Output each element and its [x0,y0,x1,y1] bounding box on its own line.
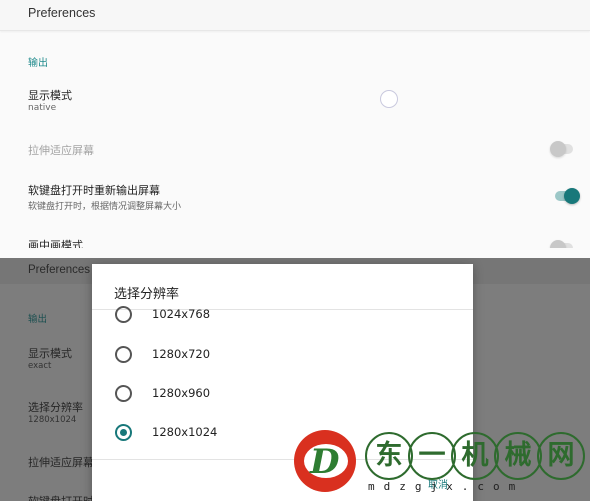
pref-display-mode-title: 显示模式 [28,89,72,102]
pref-resolution-title: 选择分辨率 [28,401,83,414]
radio-unchecked-icon[interactable] [115,346,132,363]
option-label: 1280x960 [152,386,211,400]
pref-stretch-title: 拉伸适应屏幕 [28,456,94,469]
toggle-knob [564,188,580,204]
option-1024x768[interactable]: 1024x768 [112,300,452,330]
radio-unchecked-icon[interactable] [115,306,132,323]
radio-unchecked-icon[interactable] [115,385,132,402]
toggle-knob [550,141,566,157]
app-title: Preferences [28,264,91,276]
watermark-char: 械 [494,432,542,480]
watermark-char: 一 [408,432,456,480]
logo-letter: D [310,442,340,482]
pref-display-mode-title: 显示模式 [28,347,72,360]
watermark-char: 机 [451,432,499,480]
pref-display-mode-value: native [28,103,57,113]
preferences-screen: Preferences 输出 显示模式 native 拉伸适应屏幕 软键盘打开时… [0,0,590,248]
app-title: Preferences [28,6,96,20]
pref-pip-title: 画中画模式 [28,239,83,248]
option-label: 1280x1024 [152,425,218,439]
option-label: 1280x720 [152,347,211,361]
pref-keyboard-title: 软键盘打开时 [28,493,94,501]
section-header-output: 输出 [28,58,48,69]
pref-keyboard-title: 软键盘打开时重新输出屏幕 [28,184,160,197]
watermark-char: 东 [365,432,413,480]
watermark-char: 网 [537,432,585,480]
display-mode-indicator-icon[interactable] [380,90,398,108]
section-header-output: 输出 [28,314,48,325]
option-1280x720[interactable]: 1280x720 [112,340,452,370]
pref-resolution-value: 1280x1024 [28,415,77,425]
app-bar: Preferences [0,0,590,31]
pref-keyboard-summary: 软键盘打开时，根据情况调整屏幕大小 [28,202,182,212]
watermark-logo-icon: D [294,430,356,492]
toggle-knob [550,240,566,248]
radio-checked-icon[interactable] [115,424,132,441]
option-1280x960[interactable]: 1280x960 [112,379,452,409]
option-label: 1024x768 [152,307,211,321]
watermark-url: mdzgjx.com [368,480,525,493]
stretch-toggle[interactable] [550,141,573,157]
pref-display-mode-value: exact [28,361,52,371]
pip-toggle[interactable] [550,240,573,248]
pref-stretch-title: 拉伸适应屏幕 [28,144,94,157]
keyboard-refresh-toggle[interactable] [555,188,580,204]
